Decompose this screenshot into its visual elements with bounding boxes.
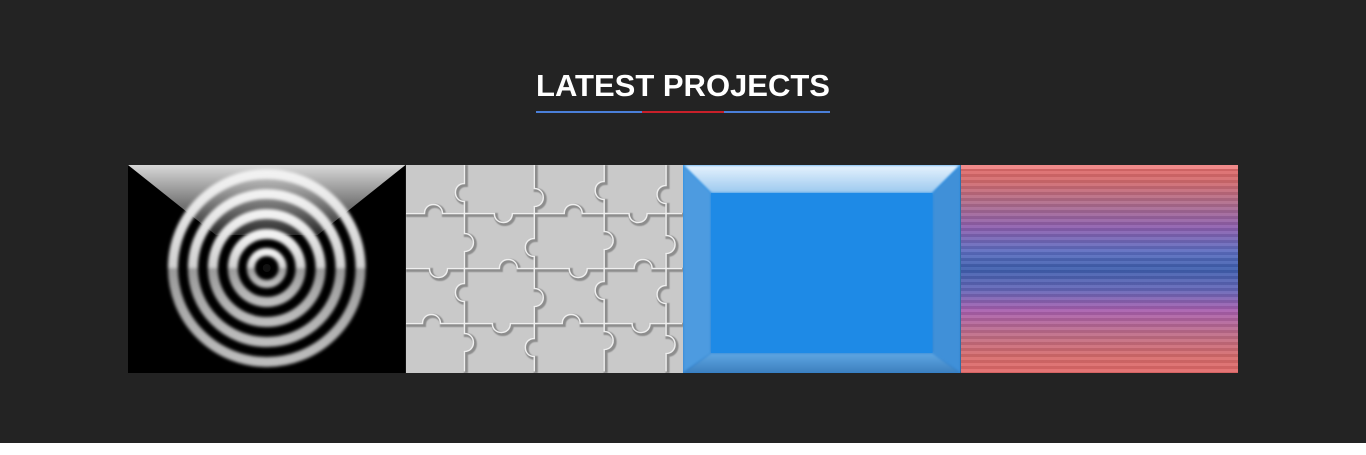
project-tile-concentric-rings[interactable] [128,165,406,373]
project-tile-blue-panel[interactable] [683,165,961,373]
project-tile-striped-gradient[interactable] [960,165,1238,373]
latest-projects-section: LATEST PROJECTS [0,0,1366,443]
section-header: LATEST PROJECTS [0,68,1366,113]
jigsaw-puzzle-thumbnail [405,165,683,373]
blue-glossy-panel-thumbnail [683,165,961,373]
project-tile-jigsaw-puzzle[interactable] [405,165,683,373]
projects-gallery [128,165,1238,373]
section-title: LATEST PROJECTS [536,68,830,113]
concentric-rings-thumbnail [128,165,406,373]
title-underline [536,111,830,113]
striped-gradient-thumbnail [960,165,1238,373]
